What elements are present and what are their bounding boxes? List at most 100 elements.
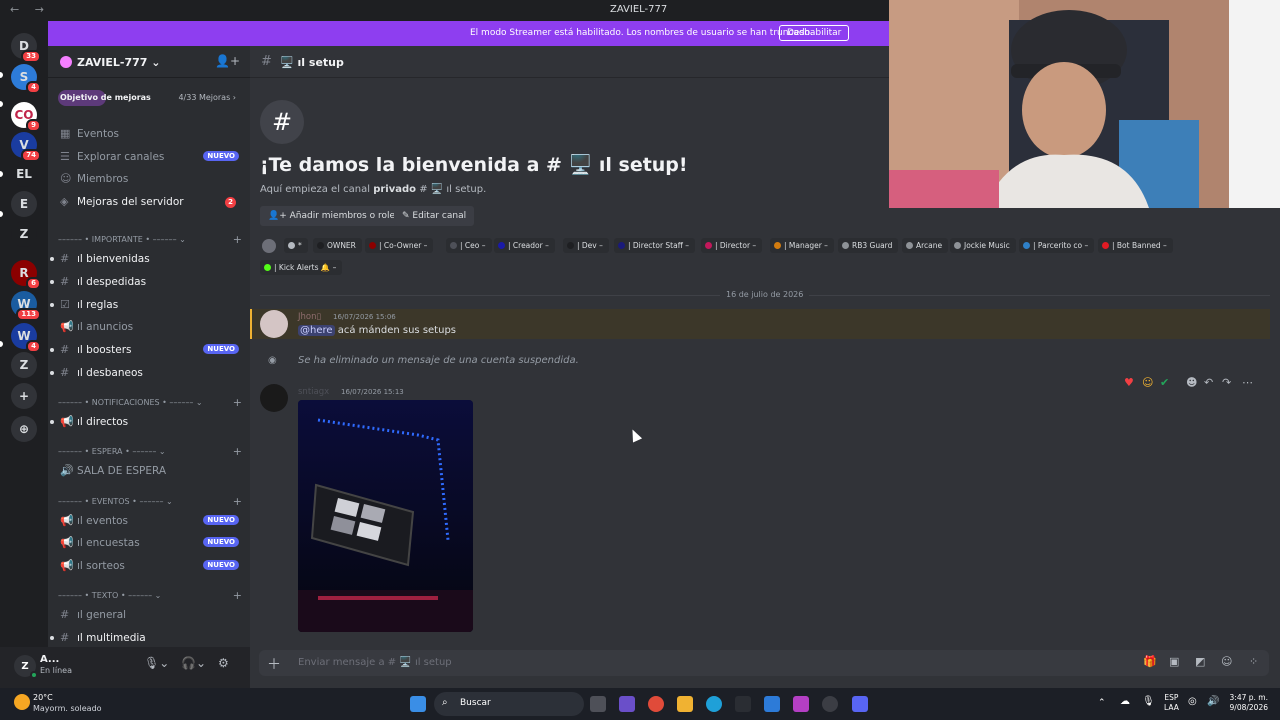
here-mention[interactable]: @here: [298, 325, 335, 336]
wifi-icon[interactable]: ◎: [1188, 697, 1197, 707]
store-icon[interactable]: [735, 696, 751, 712]
server-icon[interactable]: CO 9: [11, 102, 41, 132]
gif-icon[interactable]: ▣: [1169, 655, 1179, 668]
channel-general[interactable]: # ıl general: [56, 605, 244, 625]
menu-server-boosts[interactable]: ◈ Mejoras del servidor 2: [56, 192, 244, 212]
channel-reglas[interactable]: ☑ ıl reglas: [50, 295, 244, 315]
image-attachment[interactable]: [298, 400, 473, 632]
channel-eventos[interactable]: 📢 ıl eventos NUEVO: [56, 511, 244, 531]
gift-icon[interactable]: 🎁: [1143, 655, 1157, 668]
file-explorer-icon[interactable]: [677, 696, 693, 712]
role-chip[interactable]: | Manager –: [770, 238, 834, 253]
channel-sala-espera[interactable]: 🔊 SALA DE ESPERA: [56, 461, 244, 481]
menu-browse-channels[interactable]: ☰ Explorar canales NUEVO: [56, 147, 244, 167]
role-chip[interactable]: *: [284, 238, 308, 253]
disable-streamer-button[interactable]: Deshabilitar: [779, 25, 850, 41]
mic-tray-icon[interactable]: 🎙: [1142, 697, 1155, 707]
headphones-icon[interactable]: 🎧⌄: [181, 656, 206, 670]
check-reaction-icon[interactable]: ✔: [1160, 376, 1169, 389]
add-reaction-icon[interactable]: ☻: [1186, 376, 1197, 389]
chrome-icon[interactable]: [648, 696, 664, 712]
channel-desbaneos[interactable]: # ıl desbaneos: [50, 363, 244, 383]
mail-icon[interactable]: [764, 696, 780, 712]
invite-people-icon[interactable]: 👤+: [215, 54, 240, 68]
boost-goal-bar[interactable]: Objetivo de mejoras 4/33 Mejoras ›: [58, 90, 240, 106]
channel-directos[interactable]: 📢 ıl directos: [50, 412, 244, 432]
guild-name[interactable]: ZAVIEL-777 ⌄: [77, 56, 160, 69]
server-icon[interactable]: +: [11, 383, 37, 409]
add-channel-icon[interactable]: +: [233, 589, 242, 602]
smile-reaction-icon[interactable]: ☺: [1142, 376, 1153, 389]
tray-chevron-icon[interactable]: ⌃: [1098, 698, 1106, 708]
username[interactable]: A...: [40, 654, 59, 665]
role-chip[interactable]: OWNER: [313, 238, 362, 253]
server-icon[interactable]: V 74: [11, 132, 41, 162]
role-chip[interactable]: Arcane: [902, 238, 949, 253]
microphone-icon[interactable]: 🎙⌄: [144, 656, 169, 670]
server-icon[interactable]: EL: [11, 161, 37, 187]
add-channel-icon[interactable]: +: [233, 495, 242, 508]
category-espera[interactable]: –––––– • ESPERA • –––––– ⌄ +: [58, 445, 244, 459]
category-notificaciones[interactable]: –––––– • NOTIFICACIONES • –––––– ⌄ +: [58, 396, 244, 410]
weather-icon[interactable]: [14, 694, 30, 710]
channel-despedidas[interactable]: # ıl despedidas: [50, 272, 244, 292]
server-icon[interactable]: S4: [11, 64, 41, 94]
channel-sorteos[interactable]: 📢 ıl sorteos NUEVO: [56, 556, 244, 576]
channel-boosters[interactable]: # ıl boosters NUEVO: [50, 340, 244, 360]
server-icon[interactable]: W4: [11, 323, 41, 353]
add-channel-icon[interactable]: +: [233, 396, 242, 409]
channel-encuestas[interactable]: 📢 ıl encuestas NUEVO: [56, 533, 244, 553]
channel-anuncios[interactable]: 📢 ıl anuncios: [56, 317, 244, 337]
more-options-icon[interactable]: ⋯: [1242, 376, 1253, 389]
avatar[interactable]: [260, 310, 288, 338]
role-chip[interactable]: | Director –: [701, 238, 763, 253]
windows-start-icon[interactable]: [410, 696, 426, 712]
server-icon[interactable]: E: [11, 191, 37, 217]
forward-icon[interactable]: ↷: [1222, 376, 1231, 389]
message-author[interactable]: Jhon▯: [298, 312, 321, 322]
sticker-icon[interactable]: ◩: [1195, 655, 1205, 668]
channel-bienvenidas[interactable]: # ıl bienvenidas: [50, 249, 244, 269]
role-chip[interactable]: | Dev –: [563, 238, 609, 253]
edge-icon[interactable]: [706, 696, 722, 712]
add-channel-icon[interactable]: +: [233, 445, 242, 458]
upload-plus-icon[interactable]: ＋: [267, 654, 281, 674]
category-importante[interactable]: –––––– • IMPORTANTE • –––––– ⌄ +: [58, 233, 244, 247]
history-nav-arrows[interactable]: ← →: [10, 3, 50, 16]
category-texto[interactable]: –––––– • TEXTO • –––––– ⌄ +: [58, 589, 244, 603]
role-chip[interactable]: Jockie Music: [950, 238, 1016, 253]
channel-multimedia[interactable]: # ıl multimedia: [50, 628, 244, 647]
guild-header[interactable]: ZAVIEL-777 ⌄ 👤+: [48, 46, 250, 78]
menu-events[interactable]: ▦ Eventos: [56, 124, 244, 144]
app-icon[interactable]: [793, 696, 809, 712]
settings-gear-icon[interactable]: ⚙: [218, 656, 229, 670]
taskbar-search[interactable]: ⌕ Buscar: [434, 692, 584, 716]
role-chip[interactable]: RB3 Guard: [838, 238, 899, 253]
edit-channel-button[interactable]: ✎ Editar canal: [394, 206, 475, 226]
role-chip[interactable]: | Co-Owner –: [365, 238, 434, 253]
task-view-icon[interactable]: [590, 696, 606, 712]
role-chip[interactable]: | Parcerito co –: [1019, 238, 1095, 253]
server-icon[interactable]: W 113: [11, 291, 41, 321]
avatar[interactable]: [260, 384, 288, 412]
server-icon[interactable]: ⊕: [11, 416, 37, 442]
role-chip[interactable]: | Director Staff –: [614, 238, 696, 253]
message-author[interactable]: sntiagx: [298, 387, 329, 397]
add-channel-icon[interactable]: +: [233, 233, 242, 246]
server-icon[interactable]: D 33: [11, 33, 41, 63]
weather-temp[interactable]: 20°C: [33, 693, 53, 702]
heart-reaction-icon[interactable]: ♥: [1124, 376, 1134, 389]
role-chip[interactable]: | Bot Banned –: [1098, 238, 1173, 253]
app-icon[interactable]: [822, 696, 838, 712]
apps-icon[interactable]: ⁘: [1249, 655, 1258, 668]
volume-icon[interactable]: 🔊: [1207, 697, 1219, 707]
discord-icon[interactable]: [852, 696, 868, 712]
category-eventos[interactable]: –––––– • EVENTOS • –––––– ⌄ +: [58, 495, 244, 509]
server-icon[interactable]: Z: [11, 352, 37, 378]
role-chip[interactable]: | Ceo –: [446, 238, 492, 253]
language-indicator[interactable]: ESP LAA: [1164, 693, 1179, 713]
role-chip[interactable]: | Creador –: [494, 238, 555, 253]
menu-members[interactable]: ☺ Miembros: [56, 169, 244, 189]
server-icon[interactable]: Z: [11, 221, 37, 247]
reply-icon[interactable]: ↶: [1204, 376, 1213, 389]
